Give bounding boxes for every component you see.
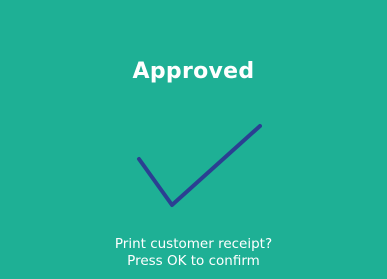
payment-terminal-screen: Approved Print customer receipt? Press O…	[0, 0, 387, 279]
prompt-question: Print customer receipt?	[114, 236, 273, 252]
status-title: Approved	[132, 59, 255, 84]
checkmark-icon	[137, 124, 262, 207]
receipt-prompt: Print customer receipt? Press OK to conf…	[0, 236, 387, 270]
prompt-instruction: Press OK to confirm	[127, 253, 260, 269]
